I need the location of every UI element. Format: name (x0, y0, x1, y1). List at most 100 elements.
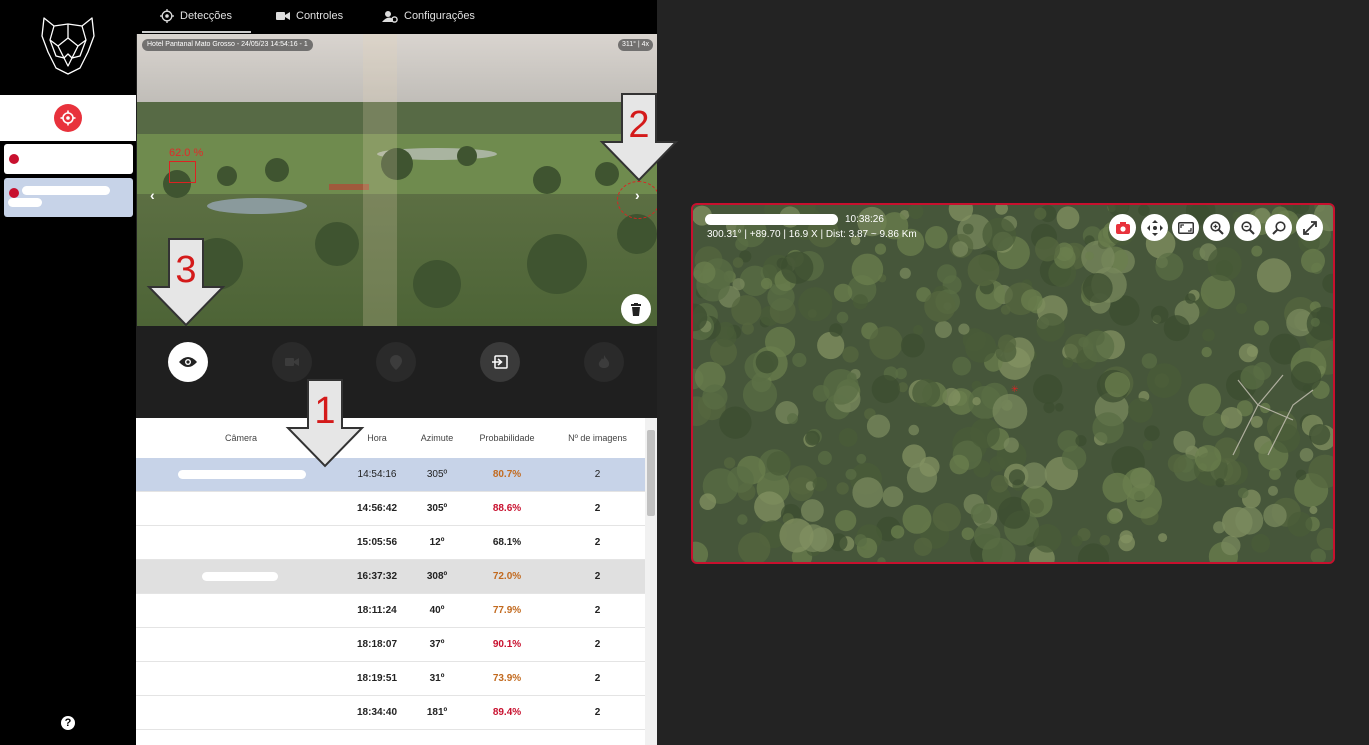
table-row[interactable]: 18:18:07 37º 90.1% 2 (136, 628, 645, 662)
table-cell-imagens: 2 (594, 707, 601, 718)
active-tab-indicator (142, 31, 251, 33)
callout-number: 3 (175, 249, 196, 291)
fire-button[interactable] (584, 342, 624, 382)
table-cell-azimute: 305º (426, 469, 448, 480)
table-row[interactable]: 15:05:56 12º 68.1% 2 (136, 526, 645, 560)
chevron-left-icon[interactable]: ‹ (150, 187, 155, 203)
redacted-camera-name (202, 572, 278, 581)
table-cell-imagens: 2 (594, 537, 601, 548)
redacted-camera-name (705, 214, 838, 225)
column-header-azimuth[interactable]: Azimute (411, 433, 463, 443)
table-cell-hora: 18:18:07 (356, 639, 398, 650)
table-cell-hora: 14:54:16 (357, 469, 397, 480)
screen-icon (1177, 221, 1194, 234)
redacted-label (22, 186, 110, 195)
chevron-right-icon[interactable]: › (635, 187, 640, 203)
camera-viewer[interactable]: 10:38:26 300.31° | +89.70 | 16.9 X | Dis… (691, 203, 1335, 564)
fit-screen-button[interactable] (1172, 214, 1199, 241)
table-header: Câmera Hora Azimute Probabilidade Nº de … (136, 418, 645, 458)
fire-icon (598, 354, 610, 368)
table-cell-imagens: 2 (594, 605, 601, 616)
image-caption: Hotel Pantanal Mato Grosso - 24/05/23 14… (142, 39, 313, 51)
table-cell-hora: 15:05:56 (356, 537, 398, 548)
table-cell-azimute: 31º (429, 673, 445, 684)
table-cell-prob: 77.9% (492, 605, 522, 616)
table-cell-hora: 16:37:32 (356, 571, 398, 582)
column-header-images[interactable]: Nº de imagens (560, 433, 635, 443)
user-settings-icon (382, 10, 398, 23)
tab-detections[interactable]: Detecções (160, 0, 232, 32)
fullscreen-button[interactable] (1296, 214, 1323, 241)
table-cell-azimute: 40º (429, 605, 445, 616)
pan-button[interactable] (1141, 214, 1168, 241)
table-row[interactable]: 18:19:51 31º 73.9% 2 (136, 662, 645, 696)
jaguar-logo (41, 17, 95, 75)
zoom-out-button[interactable] (1234, 214, 1261, 241)
table-cell-prob: 88.6% (492, 503, 522, 514)
table-cell-prob: 90.1% (492, 639, 522, 650)
action-bar (136, 326, 657, 418)
detection-bounding-box (169, 161, 196, 183)
video-camera-icon (285, 358, 299, 366)
table-cell-hora: 18:11:24 (357, 605, 397, 616)
table-cell-hora: 18:34:40 (356, 707, 398, 718)
table-row[interactable]: 18:11:24 40º 77.9% 2 (136, 594, 645, 628)
callout-number: 2 (628, 104, 649, 146)
tab-label: Controles (296, 10, 344, 22)
column-header-probability[interactable]: Probabilidade (472, 433, 542, 443)
column-header-camera[interactable]: Câmera (211, 433, 271, 443)
expand-icon (1302, 220, 1317, 235)
sidebar-camera-item[interactable] (4, 144, 133, 174)
callout-arrow-1: 1 (285, 379, 365, 468)
table-cell-prob: 80.7% (492, 469, 522, 480)
export-button[interactable] (480, 342, 520, 382)
table-cell-imagens: 2 (594, 503, 601, 514)
view-button[interactable] (168, 342, 208, 382)
table-cell-imagens: 2 (594, 469, 601, 480)
video-button[interactable] (272, 342, 312, 382)
callout-arrow-3: 3 (146, 238, 226, 327)
table-row[interactable]: 14:54:16 305º 80.7% 2 (136, 458, 645, 492)
table-row[interactable]: 14:56:42 305º 88.6% 2 (136, 492, 645, 526)
table-cell-prob: 68.1% (492, 537, 522, 548)
center-marker-icon: ✳ (1011, 384, 1019, 394)
table-cell-azimute: 305º (426, 503, 448, 514)
redacted-camera-name (178, 470, 306, 479)
input-icon (492, 355, 508, 369)
callout-number: 1 (314, 390, 335, 432)
add-location-button[interactable] (376, 342, 416, 382)
camera-icon (1115, 221, 1130, 234)
snapshot-button[interactable] (1109, 214, 1136, 241)
zoom-in-icon (1209, 220, 1224, 235)
table-cell-imagens: 2 (594, 673, 601, 684)
video-camera-icon (276, 12, 290, 20)
eye-icon (179, 357, 197, 367)
image-zoom-badge: 311° | 4x (617, 39, 653, 51)
zoom-out-icon (1240, 220, 1255, 235)
tab-controls[interactable]: Controles (276, 0, 343, 32)
table-cell-hora: 14:56:42 (356, 503, 398, 514)
scrollbar-thumb[interactable] (647, 430, 655, 516)
zoom-in-button[interactable] (1203, 214, 1230, 241)
zoom-reset-button[interactable] (1265, 214, 1292, 241)
move-icon (1146, 219, 1163, 236)
tab-label: Detecções (180, 10, 232, 22)
table-row[interactable]: 18:34:40 181º 89.4% 2 (136, 696, 645, 730)
crosshair-icon (60, 110, 76, 126)
viewer-time: 10:38:26 (845, 214, 884, 225)
table-row[interactable]: 16:37:32 308º 72.0% 2 (136, 560, 645, 594)
callout-arrow-2: 2 (599, 93, 679, 182)
map-pin-icon (390, 354, 402, 370)
trash-icon (631, 302, 641, 316)
table-cell-prob: 89.4% (492, 707, 522, 718)
delete-button[interactable] (621, 294, 651, 324)
tab-bar: Detecções Controles Configurações (136, 0, 657, 34)
table-cell-azimute: 12º (429, 537, 445, 548)
table-cell-azimute: 308º (426, 571, 448, 582)
help-icon[interactable]: ? (61, 716, 75, 730)
table-cell-imagens: 2 (594, 639, 601, 650)
detections-mode-button[interactable] (54, 104, 82, 132)
table-cell-hora: 18:19:51 (356, 673, 398, 684)
tab-settings[interactable]: Configurações (382, 0, 475, 32)
sidebar-camera-item-selected[interactable] (4, 178, 133, 217)
